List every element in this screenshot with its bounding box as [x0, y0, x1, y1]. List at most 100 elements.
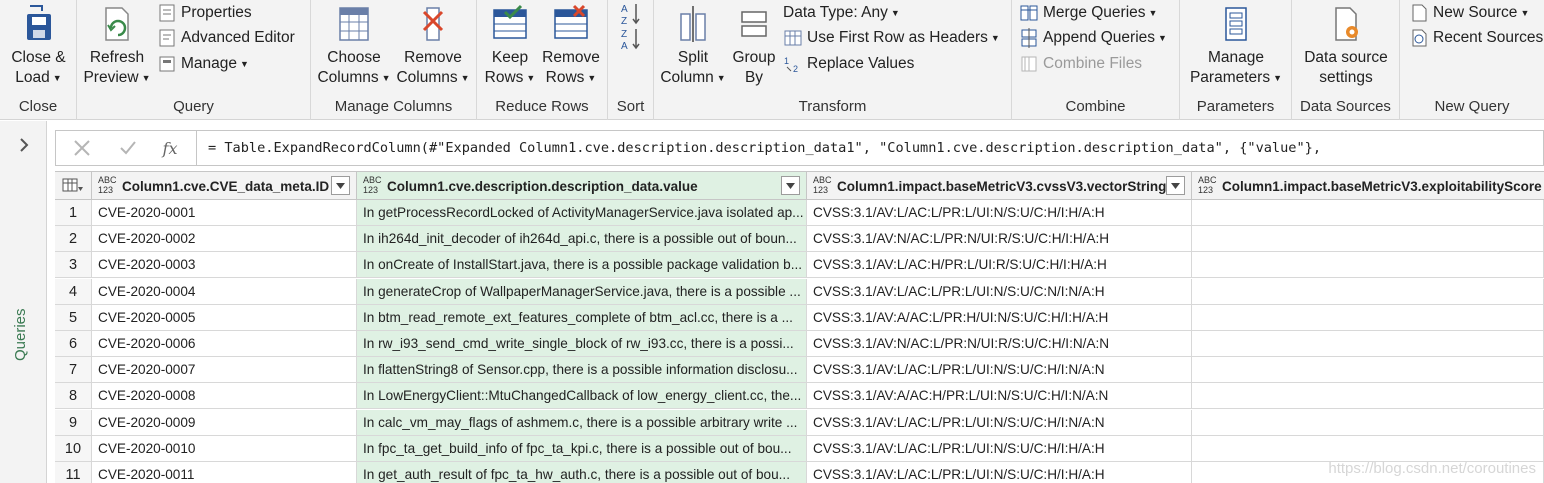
queries-pane-label[interactable]: Queries — [12, 308, 29, 361]
remove-rows-icon — [554, 4, 588, 39]
exploitability-score-cell[interactable] — [1192, 331, 1544, 357]
column-header-id[interactable]: ABC 123 Column1.cve.CVE_data_meta.ID — [92, 172, 357, 200]
description-cell[interactable]: In getProcessRecordLocked of ActivityMan… — [357, 200, 807, 226]
cve-id-cell[interactable]: CVE-2020-0005 — [92, 304, 357, 331]
row-number-cell[interactable]: 9 — [55, 409, 92, 436]
fx-button[interactable]: fx — [148, 131, 192, 165]
cve-id-cell[interactable]: CVE-2020-0002 — [92, 226, 357, 253]
description-cell[interactable]: In get_auth_result of fpc_ta_hw_auth.c, … — [357, 462, 807, 483]
description-cell[interactable]: In flattenString8 of Sensor.cpp, there i… — [357, 357, 807, 384]
description-cell[interactable]: In ih264d_init_decoder of ih264d_api.c, … — [357, 226, 807, 253]
table-menu-button[interactable] — [55, 172, 92, 200]
advanced-editor-button[interactable]: Advanced Editor — [157, 26, 295, 50]
row-number-cell[interactable]: 10 — [55, 435, 92, 462]
cve-id-cell[interactable]: CVE-2020-0010 — [92, 435, 357, 462]
column-header-exploitability-score[interactable]: ABC 123 Column1.impact.baseMetricV3.explo… — [1192, 172, 1544, 200]
replace-values-button[interactable]: 12 Replace Values — [783, 52, 914, 76]
cve-id-cell[interactable]: CVE-2020-0007 — [92, 357, 357, 384]
description-cell[interactable]: In generateCrop of WallpaperManagerServi… — [357, 278, 807, 305]
cve-id-cell[interactable]: CVE-2020-0006 — [92, 331, 357, 357]
manage-button[interactable]: Manage ▼ — [157, 52, 249, 76]
description-cell[interactable]: In LowEnergyClient::MtuChangedCallback o… — [357, 383, 807, 410]
row-number-cell[interactable]: 11 — [55, 462, 92, 483]
filter-dropdown-button[interactable] — [1166, 176, 1185, 195]
cve-id-cell[interactable]: CVE-2020-0011 — [92, 462, 357, 483]
cve-id-cell[interactable]: CVE-2020-0008 — [92, 383, 357, 410]
filter-dropdown-button[interactable] — [781, 176, 800, 195]
column-header-description[interactable]: ABC 123 Column1.cve.description.descripti… — [357, 172, 807, 200]
use-first-row-headers-button[interactable]: Use First Row as Headers ▼ — [783, 26, 1000, 50]
filter-dropdown-button[interactable] — [331, 176, 350, 195]
vector-string-cell[interactable]: CVSS:3.1/AV:A/AC:L/PR:H/UI:N/S:U/C:H/I:H… — [807, 304, 1192, 331]
exploitability-score-cell[interactable] — [1192, 383, 1544, 410]
keep-rows-button[interactable]: Keep Rows ▼ — [483, 4, 537, 88]
row-number-cell[interactable]: 8 — [55, 383, 92, 410]
cve-id-cell[interactable]: CVE-2020-0003 — [92, 252, 357, 279]
row-number-cell[interactable]: 5 — [55, 304, 92, 331]
chevron-down-icon: ▼ — [240, 59, 249, 69]
vector-string-cell[interactable]: CVSS:3.1/AV:L/AC:L/PR:L/UI:N/S:U/C:H/I:H… — [807, 462, 1192, 483]
description-cell[interactable]: In calc_vm_may_flags of ashmem.c, there … — [357, 409, 807, 436]
description-cell[interactable]: In onCreate of InstallStart.java, there … — [357, 252, 807, 279]
exploitability-score-cell[interactable] — [1192, 435, 1544, 462]
close-load-button[interactable]: Close & Load ▼ — [6, 4, 71, 88]
remove-columns-icon — [422, 7, 444, 41]
data-source-settings-button[interactable]: Data source settings — [1298, 4, 1394, 88]
properties-button[interactable]: Properties — [157, 1, 252, 25]
data-type-dropdown[interactable]: Data Type: Any ▼ — [783, 1, 900, 25]
row-number-cell[interactable]: 7 — [55, 357, 92, 384]
sort-ascending-icon[interactable]: A Z — [620, 2, 642, 26]
exploitability-score-cell[interactable] — [1192, 409, 1544, 436]
vector-string-cell[interactable]: CVSS:3.1/AV:L/AC:L/PR:L/UI:N/S:U/C:H/I:N… — [807, 357, 1192, 384]
combine-files-button[interactable]: Combine Files — [1019, 52, 1142, 76]
vector-string-cell[interactable]: CVSS:3.1/AV:L/AC:L/PR:L/UI:N/S:U/C:N/I:N… — [807, 278, 1192, 305]
vector-string-cell[interactable]: CVSS:3.1/AV:L/AC:L/PR:L/UI:N/S:U/C:H/I:H… — [807, 435, 1192, 462]
queries-pane: Queries — [0, 121, 47, 483]
vector-string-cell[interactable]: CVSS:3.1/AV:L/AC:H/PR:L/UI:R/S:U/C:H/I:H… — [807, 252, 1192, 279]
cve-id-cell[interactable]: CVE-2020-0001 — [92, 200, 357, 226]
vector-string-cell[interactable]: CVSS:3.1/AV:A/AC:H/PR:L/UI:N/S:U/C:H/I:N… — [807, 383, 1192, 410]
merge-queries-button[interactable]: Merge Queries ▼ — [1019, 1, 1157, 25]
exploitability-score-cell[interactable] — [1192, 357, 1544, 384]
exploitability-score-cell[interactable] — [1192, 252, 1544, 279]
group-by-button[interactable]: Group By — [728, 4, 780, 88]
vector-string-cell[interactable]: CVSS:3.1/AV:N/AC:L/PR:N/UI:R/S:U/C:H/I:H… — [807, 226, 1192, 253]
split-column-button[interactable]: Split Column ▼ — [658, 4, 728, 88]
exploitability-score-cell[interactable] — [1192, 200, 1544, 226]
refresh-preview-button[interactable]: Refresh Preview ▼ — [81, 4, 153, 88]
manage-columns-group: Choose Columns ▼ Remove Columns ▼ Manage C… — [311, 0, 477, 120]
exploitability-score-cell[interactable] — [1192, 278, 1544, 305]
keep-rows-icon — [493, 4, 527, 39]
manage-parameters-button[interactable]: Manage Parameters ▼ — [1188, 4, 1284, 88]
cve-id-cell[interactable]: CVE-2020-0009 — [92, 409, 357, 436]
cve-id-cell[interactable]: CVE-2020-0004 — [92, 278, 357, 305]
append-queries-button[interactable]: Append Queries ▼ — [1019, 26, 1167, 50]
close-load-label-2: Load — [15, 69, 50, 87]
choose-columns-button[interactable]: Choose Columns ▼ — [317, 4, 391, 88]
vector-string-cell[interactable]: CVSS:3.1/AV:N/AC:L/PR:N/UI:R/S:U/C:H/I:N… — [807, 331, 1192, 357]
row-number-cell[interactable]: 1 — [55, 200, 92, 226]
new-source-button[interactable]: New Source ▼ — [1409, 1, 1529, 25]
data-sources-group-label: Data Sources — [1300, 98, 1391, 115]
vector-string-cell[interactable]: CVSS:3.1/AV:L/AC:L/PR:L/UI:N/S:U/C:H/I:N… — [807, 409, 1192, 436]
description-cell[interactable]: In rw_i93_send_cmd_write_single_block of… — [357, 331, 807, 357]
exploitability-score-cell[interactable] — [1192, 226, 1544, 253]
column-header-label: Column1.impact.baseMetricV3.cvssV3.vecto… — [837, 179, 1167, 194]
formula-input[interactable]: = Table.ExpandRecordColumn(#"Expanded Co… — [208, 140, 1321, 156]
exploitability-score-cell[interactable] — [1192, 304, 1544, 331]
row-number-cell[interactable]: 3 — [55, 252, 92, 279]
vector-string-cell[interactable]: CVSS:3.1/AV:L/AC:L/PR:L/UI:N/S:U/C:H/I:H… — [807, 200, 1192, 226]
recent-sources-button[interactable]: Recent Sources — [1409, 26, 1543, 50]
sort-descending-icon[interactable]: Z A — [620, 27, 642, 51]
description-cell[interactable]: In btm_read_remote_ext_features_complete… — [357, 304, 807, 331]
row-number-cell[interactable]: 2 — [55, 226, 92, 253]
column-header-vector-string[interactable]: ABC 123 Column1.impact.baseMetricV3.cvssV… — [807, 172, 1192, 200]
cancel-formula-button[interactable] — [60, 131, 104, 165]
chevron-right-icon[interactable] — [14, 135, 34, 155]
commit-formula-button[interactable] — [106, 131, 150, 165]
row-number-cell[interactable]: 4 — [55, 278, 92, 305]
description-cell[interactable]: In fpc_ta_get_build_info of fpc_ta_kpi.c… — [357, 435, 807, 462]
remove-rows-button[interactable]: Remove Rows ▼ — [539, 4, 603, 88]
row-number-cell[interactable]: 6 — [55, 331, 92, 357]
remove-columns-button[interactable]: Remove Columns ▼ — [395, 4, 471, 88]
